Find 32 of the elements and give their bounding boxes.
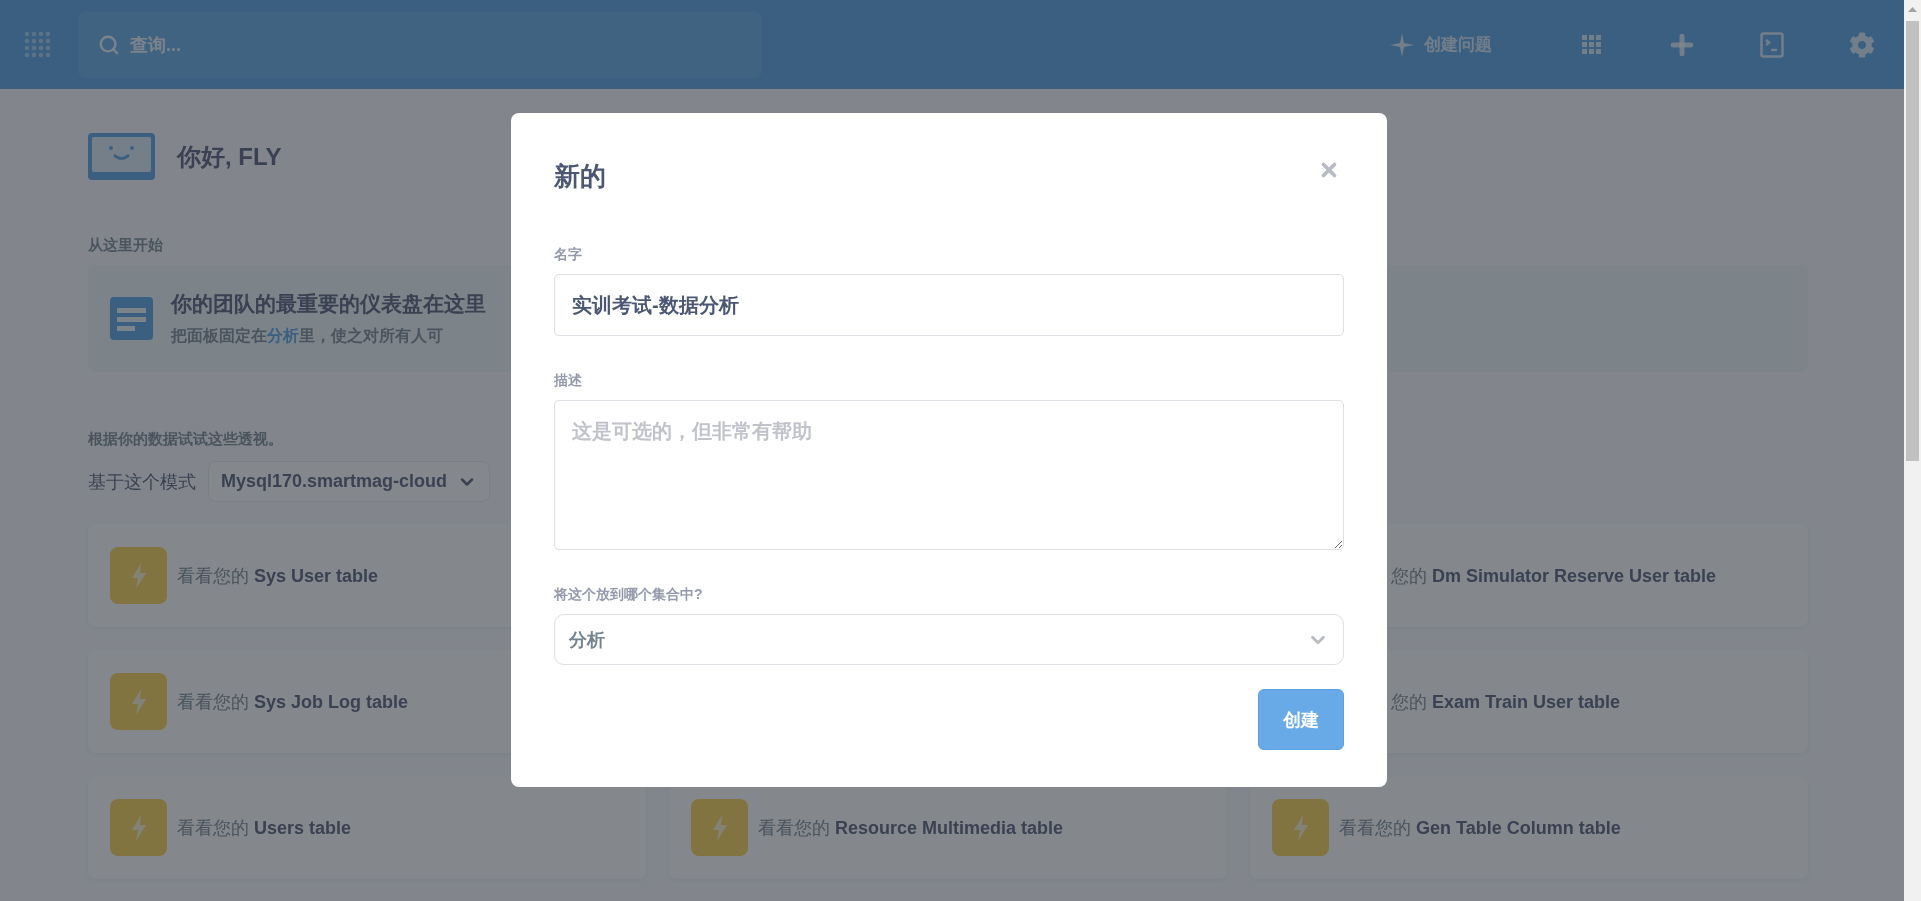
suggestion-card[interactable]: 看看您的 Gen Table Column table: [1250, 776, 1808, 879]
lightning-icon: [110, 799, 167, 856]
suggestion-card[interactable]: 看看您的 Users table: [88, 776, 646, 879]
schema-select[interactable]: Mysql170.smartmag-cloud: [208, 461, 491, 502]
description-field[interactable]: 这是可选的，但非常有帮助: [554, 400, 1344, 550]
collection-select[interactable]: 分析: [554, 614, 1344, 665]
name-input[interactable]: 实训考试-数据分析: [554, 274, 1344, 336]
card-title: 你的团队的最重要的仪表盘在这里: [171, 291, 486, 317]
lightning-icon: [110, 673, 167, 730]
dialog-title: 新的: [554, 160, 606, 193]
suggestion-text: 看看您的 Resource Multimedia table: [758, 816, 1064, 840]
lightning-icon: [110, 547, 167, 604]
lightning-icon: [1272, 799, 1329, 856]
schema-label: 基于这个模式: [88, 470, 196, 494]
suggestion-text: 您的 Dm Simulator Reserve User table: [1391, 564, 1717, 588]
smiling-monitor-icon: [88, 133, 155, 180]
dashboard-icon: [110, 297, 153, 340]
suggestion-text: 看看您的 Gen Table Column table: [1339, 816, 1621, 840]
greeting: 你好, FLY: [177, 141, 282, 172]
suggestion-text: 看看您的 Users table: [177, 816, 352, 840]
lightning-icon: [691, 799, 748, 856]
search-icon: [98, 33, 120, 56]
collection-link[interactable]: 分析: [267, 327, 299, 344]
suggestion-text: 看看您的 Sys Job Log table: [177, 690, 409, 714]
field-label: 名字: [554, 246, 583, 264]
suggestion-text: 您的 Exam Train User table: [1391, 690, 1621, 714]
create-button[interactable]: 创建: [1258, 689, 1344, 750]
section-heading: 从这里开始: [88, 236, 163, 255]
sparkle-icon: [1390, 32, 1414, 57]
suggestion-text: 看看您的 Sys User table: [177, 564, 379, 588]
section-heading: 根据你的数据试试这些透视。: [88, 430, 283, 449]
field-label: 描述: [554, 372, 583, 390]
